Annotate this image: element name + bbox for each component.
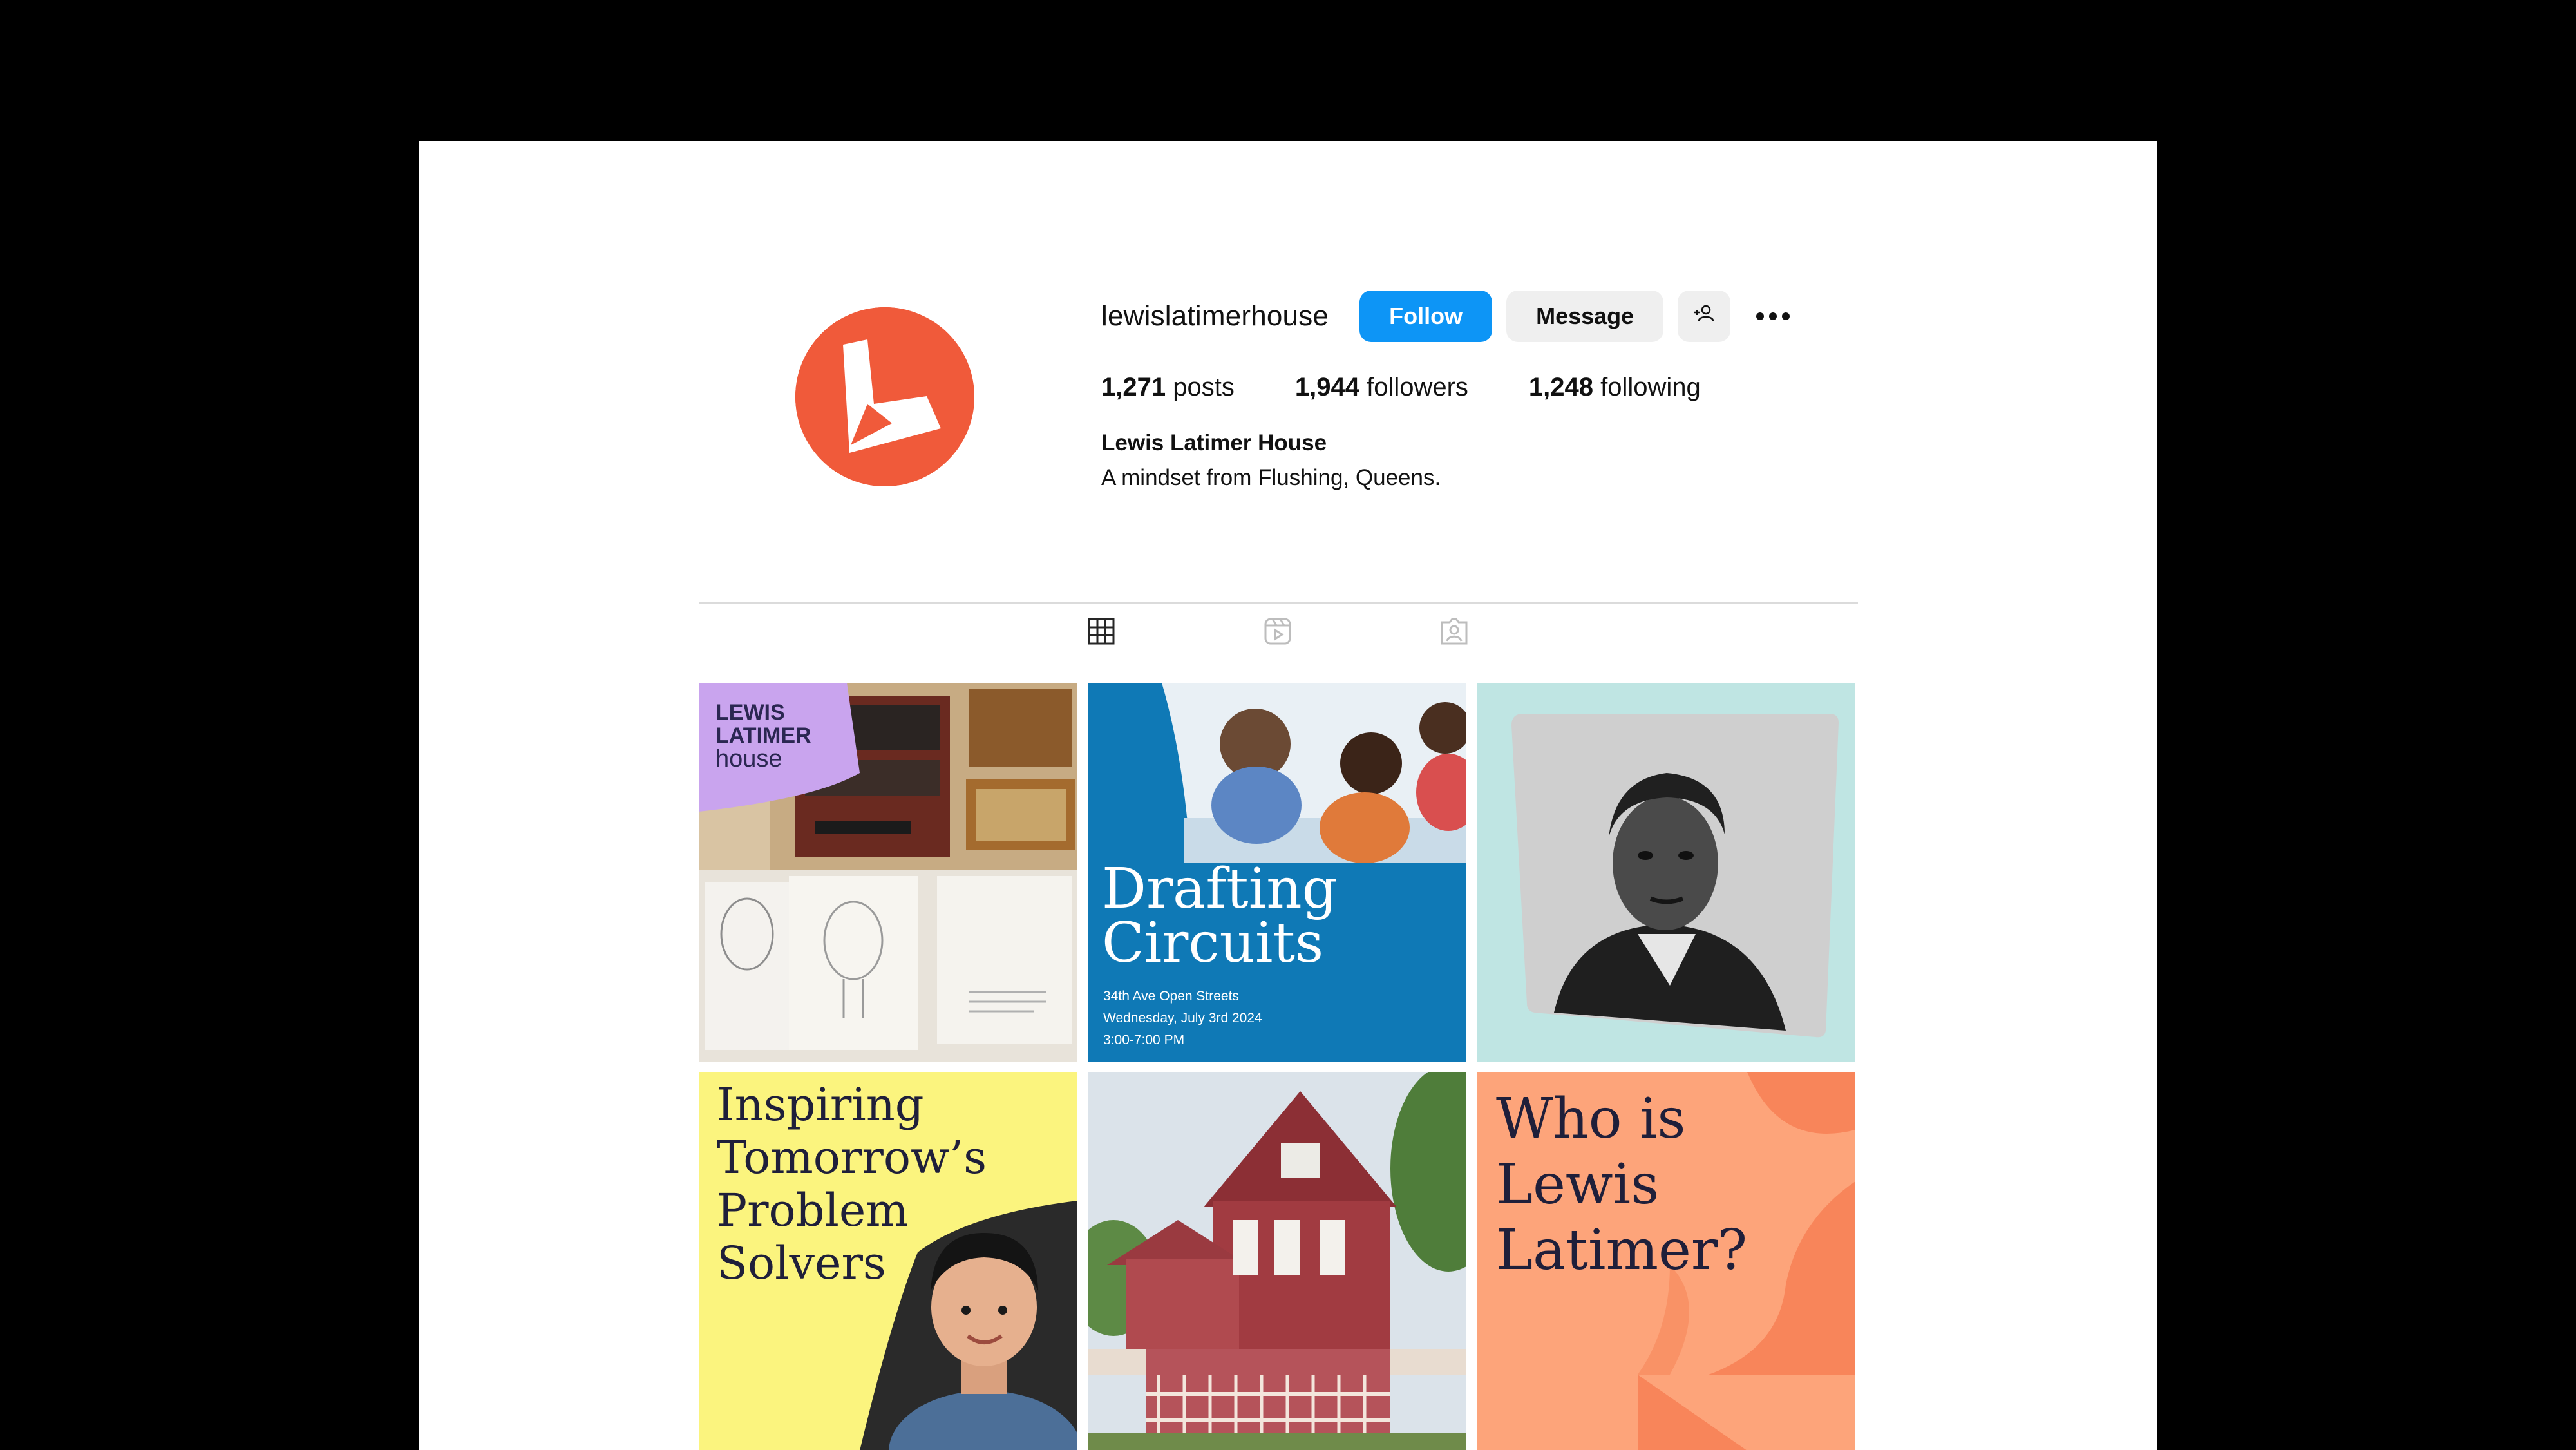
following-count: 1,248 [1528,373,1594,401]
post-2-time: 3:00-7:00 PM [1103,1033,1185,1047]
profile-full-name: Lewis Latimer House [1101,430,1327,455]
post-2-title-line-1: Drafting [1102,857,1338,921]
post-6-line-3: Latimer? [1496,1218,1748,1283]
followers-label: followers [1367,373,1468,401]
post-tile-3[interactable] [1477,683,1855,1062]
post-1-caption: LEWIS LATIMER house [715,700,811,772]
post-1-line-1: LEWIS [715,700,785,725]
profile-bio: A mindset from Flushing, Queens. [1101,465,1441,490]
followers-stat[interactable]: 1,944 followers [1295,373,1468,402]
profile-actions-row: lewislatimerhouse Follow Message [1101,289,1858,343]
suggest-user-button[interactable] [1678,291,1731,342]
following-stat[interactable]: 1,248 following [1529,373,1701,402]
post-tile-1[interactable]: LEWIS LATIMER house [699,683,1077,1062]
reels-icon [1264,617,1292,649]
post-4-line-3: Problem [717,1184,909,1237]
post-tile-5[interactable] [1088,1072,1466,1450]
profile-tabs [699,605,1858,656]
profile-page: lewislatimerhouse Follow Message 1,271 p… [699,141,1858,1450]
avatar[interactable] [795,307,974,486]
post-6-line-2: Lewis [1496,1152,1660,1217]
post-tile-4[interactable]: Inspiring Tomorrow’s Problem Solvers [699,1072,1077,1450]
follow-button[interactable]: Follow [1359,291,1493,342]
following-label: following [1600,373,1701,401]
post-2-title: Drafting Circuits [1102,857,1338,975]
brand-logo-icon [795,307,974,486]
post-2-date: Wednesday, July 3rd 2024 [1103,1011,1262,1025]
post-6-line-1: Who is [1496,1087,1686,1151]
post-2-title-line-2: Circuits [1102,911,1324,975]
tab-posts[interactable] [1085,616,1117,649]
post-4-line-2: Tomorrow’s [717,1131,987,1184]
post-4-title: Inspiring Tomorrow’s Problem Solvers [717,1078,987,1290]
browser-window: lewislatimerhouse Follow Message 1,271 p… [419,141,2157,1450]
followers-count: 1,944 [1294,373,1359,401]
post-4-line-1: Inspiring [717,1078,924,1131]
post-2-location: 34th Ave Open Streets [1103,989,1239,1004]
posts-count: 1,271 [1101,373,1166,401]
post-tile-6[interactable]: Who is Lewis Latimer? [1477,1072,1855,1450]
message-button[interactable]: Message [1506,291,1664,342]
tab-reels[interactable] [1262,616,1294,649]
post-1-line-2: LATIMER [715,723,811,748]
post-4-line-4: Solvers [717,1237,886,1290]
post-6-title: Who is Lewis Latimer? [1496,1086,1747,1283]
post-tile-2[interactable]: Drafting Circuits 34th Ave Open Streets … [1088,683,1466,1062]
portrait-photo [1477,683,1855,1062]
more-options-icon[interactable] [1754,297,1792,336]
add-user-icon [1691,301,1717,332]
post-1-line-3: house [715,745,782,772]
tabs-divider [699,602,1858,604]
posts-stat[interactable]: 1,271 posts [1101,373,1235,402]
username: lewislatimerhouse [1101,300,1329,332]
house-photo [1088,1072,1466,1450]
tab-tagged[interactable] [1438,616,1470,649]
post-2-event-details: 34th Ave Open Streets Wednesday, July 3r… [1103,986,1262,1051]
profile-stats: 1,271 posts 1,944 followers 1,248 follow… [1101,373,1858,402]
profile-info: lewislatimerhouse Follow Message 1,271 p… [1101,289,1858,491]
posts-label: posts [1173,373,1235,401]
grid-icon [1087,617,1115,649]
tagged-icon [1440,617,1468,649]
